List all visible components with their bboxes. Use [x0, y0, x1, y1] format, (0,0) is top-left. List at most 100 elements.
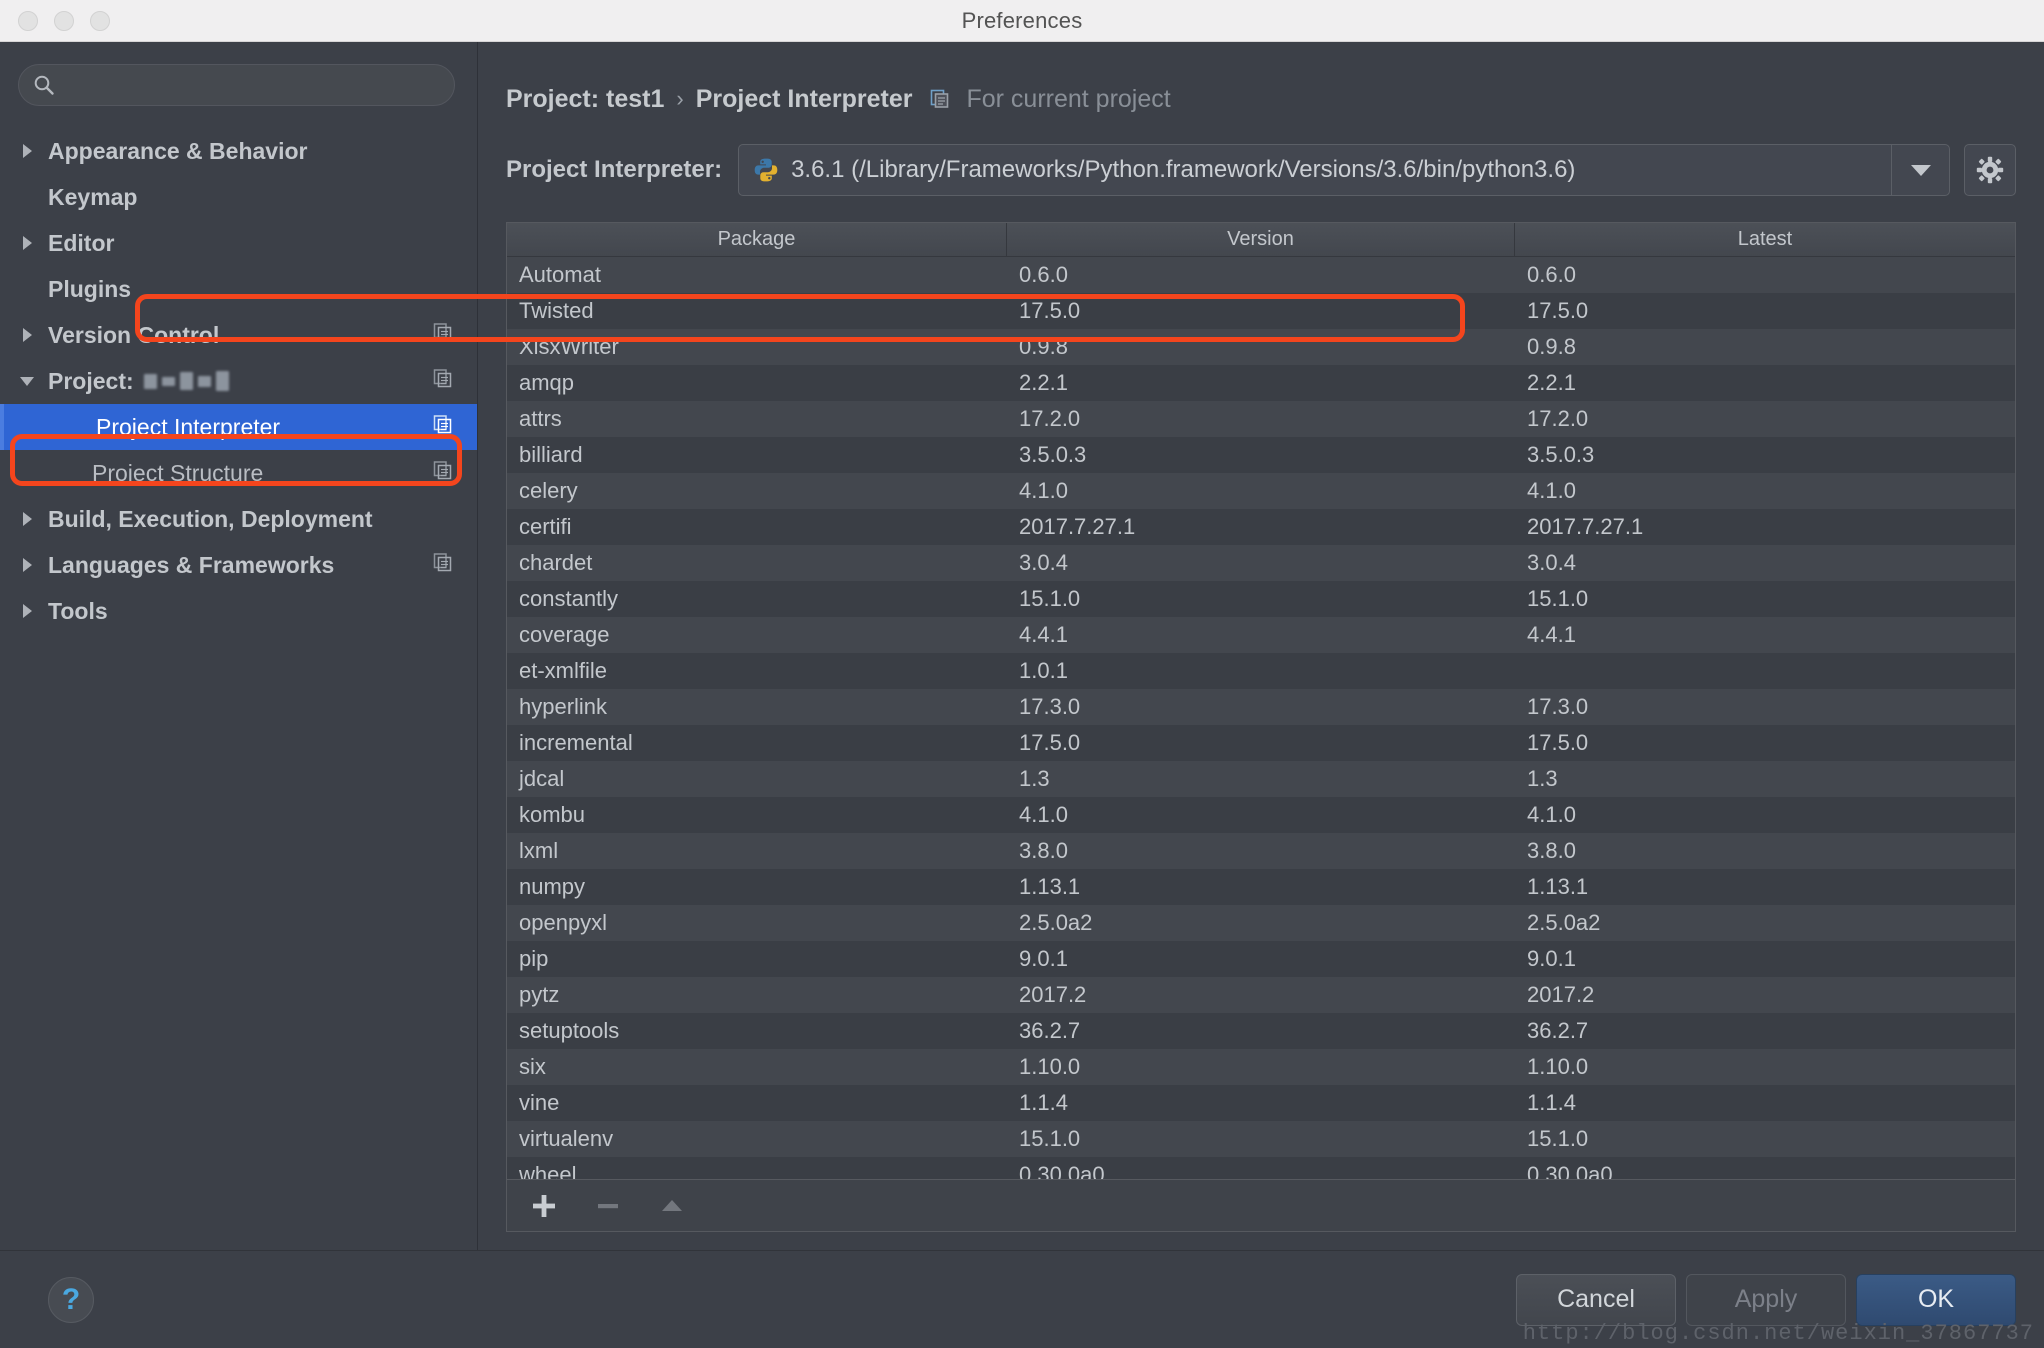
search-box[interactable] — [18, 64, 455, 106]
copy-settings-icon[interactable] — [433, 552, 453, 579]
table-row[interactable]: numpy 1.13.1 1.13.1 — [507, 869, 2015, 905]
cell-version: 17.5.0 — [1019, 298, 1081, 323]
sidebar-item-appearance-behavior[interactable]: Appearance & Behavior — [0, 128, 477, 174]
cell-version: 17.3.0 — [1019, 694, 1081, 719]
cell-latest: 3.0.4 — [1527, 550, 1576, 575]
sidebar-item-project-interpreter[interactable]: Project Interpreter — [0, 404, 477, 450]
sidebar-item-project-structure[interactable]: Project Structure — [0, 450, 477, 496]
breadcrumb-page: Project Interpreter — [695, 84, 913, 113]
search-input[interactable] — [63, 74, 440, 96]
cell-version: 0.9.8 — [1019, 334, 1068, 359]
table-row[interactable]: kombu 4.1.0 4.1.0 — [507, 797, 2015, 833]
table-row[interactable]: Automat 0.6.0 0.6.0 — [507, 257, 2015, 293]
interpreter-row: Project Interpreter: 3.6.1 (/Library/Fra… — [506, 144, 2016, 196]
table-row[interactable]: wheel 0.30.0a0 0.30.0a0 — [507, 1157, 2015, 1179]
cell-latest: 36.2.7 — [1527, 1018, 1589, 1043]
cancel-button[interactable]: Cancel — [1516, 1273, 1676, 1326]
breadcrumb-project[interactable]: Project: test1 — [506, 85, 664, 114]
table-row[interactable]: virtualenv 15.1.0 15.1.0 — [507, 1121, 2015, 1157]
cell-package: hyperlink — [519, 694, 608, 719]
sidebar-item-tools[interactable]: Tools — [0, 588, 477, 634]
cell-package: chardet — [519, 550, 593, 575]
sidebar-item-project[interactable]: Project: — [0, 358, 477, 404]
table-row[interactable]: attrs 17.2.0 17.2.0 — [507, 401, 2015, 437]
table-row[interactable]: constantly 15.1.0 15.1.0 — [507, 581, 2015, 617]
copy-settings-icon[interactable] — [433, 368, 453, 395]
cell-version: 0.30.0a0 — [1019, 1162, 1105, 1179]
table-row[interactable]: XlsxWriter 0.9.8 0.9.8 — [507, 329, 2015, 365]
upgrade-package-button[interactable] — [655, 1189, 689, 1223]
ok-button[interactable]: OK — [1856, 1273, 2016, 1326]
sidebar-item-version-control[interactable]: Version Control — [0, 312, 477, 358]
table-row[interactable]: pip 9.0.1 9.0.1 — [507, 941, 2015, 977]
table-row[interactable]: billiard 3.5.0.3 3.5.0.3 — [507, 437, 2015, 473]
chevron-down-icon[interactable] — [1891, 145, 1949, 195]
sidebar-item-keymap[interactable]: Keymap — [0, 174, 477, 220]
sidebar-item-editor[interactable]: Editor — [0, 220, 477, 266]
table-row[interactable]: jdcal 1.3 1.3 — [507, 761, 2015, 797]
cell-package: billiard — [519, 442, 583, 467]
copy-settings-icon[interactable] — [930, 89, 950, 109]
column-header-package[interactable]: Package — [507, 223, 1007, 257]
cell-version: 17.2.0 — [1019, 406, 1081, 431]
table-row[interactable]: lxml 3.8.0 3.8.0 — [507, 833, 2015, 869]
cell-package: Twisted — [519, 298, 594, 323]
cell-package: certifi — [519, 514, 572, 539]
chevron-down-icon[interactable] — [18, 372, 44, 390]
cell-package: pip — [519, 946, 549, 971]
cell-version: 1.13.1 — [1019, 874, 1081, 899]
dialog-footer: ? Cancel Apply OK http://blog.csdn.net/w… — [0, 1250, 2044, 1348]
cell-version: 0.6.0 — [1019, 262, 1068, 287]
table-row[interactable]: setuptools 36.2.7 36.2.7 — [507, 1013, 2015, 1049]
cell-version: 1.0.1 — [1019, 658, 1068, 683]
table-row[interactable]: pytz 2017.2 2017.2 — [507, 977, 2015, 1013]
remove-package-button[interactable] — [591, 1189, 625, 1223]
interpreter-label: Project Interpreter: — [506, 156, 723, 183]
chevron-right-icon[interactable] — [18, 326, 44, 344]
table-row[interactable]: amqp 2.2.1 2.2.1 — [507, 365, 2015, 401]
table-row[interactable]: celery 4.1.0 4.1.0 — [507, 473, 2015, 509]
cell-version: 2.5.0a2 — [1019, 910, 1093, 935]
column-header-version[interactable]: Version — [1007, 223, 1515, 257]
table-row[interactable]: six 1.10.0 1.10.0 — [507, 1049, 2015, 1085]
search-container — [0, 64, 477, 106]
table-row[interactable]: certifi 2017.7.27.1 2017.7.27.1 — [507, 509, 2015, 545]
gear-icon[interactable] — [1964, 144, 2016, 196]
chevron-right-icon[interactable] — [18, 556, 44, 574]
watermark: http://blog.csdn.net/weixin_37867737 — [1522, 1321, 2034, 1346]
chevron-right-icon[interactable] — [18, 602, 44, 620]
cell-package: openpyxl — [519, 910, 608, 935]
copy-settings-icon[interactable] — [433, 460, 453, 487]
help-button[interactable]: ? — [48, 1276, 94, 1323]
cell-version: 3.8.0 — [1019, 838, 1068, 863]
chevron-right-icon[interactable] — [18, 142, 44, 160]
cell-latest: 4.1.0 — [1527, 478, 1576, 503]
table-row[interactable]: openpyxl 2.5.0a2 2.5.0a2 — [507, 905, 2015, 941]
sidebar-item-languages-frameworks[interactable]: Languages & Frameworks — [0, 542, 477, 588]
cell-latest: 0.30.0a0 — [1527, 1162, 1613, 1179]
table-row[interactable]: hyperlink 17.3.0 17.3.0 — [507, 689, 2015, 725]
copy-settings-icon[interactable] — [433, 322, 453, 349]
cell-latest: 0.6.0 — [1527, 262, 1576, 287]
chevron-right-icon[interactable] — [18, 510, 44, 528]
table-row[interactable]: vine 1.1.4 1.1.4 — [507, 1085, 2015, 1121]
sidebar-item-label: Tools — [48, 597, 108, 624]
cell-package: amqp — [519, 370, 575, 395]
apply-button[interactable]: Apply — [1686, 1273, 1846, 1326]
sidebar-item-build-execution-deployment[interactable]: Build, Execution, Deployment — [0, 496, 477, 542]
scope-hint: For current project — [966, 84, 1171, 113]
table-row[interactable]: et-xmlfile 1.0.1 — [507, 653, 2015, 689]
column-header-latest[interactable]: Latest — [1515, 223, 2015, 257]
add-package-button[interactable] — [527, 1189, 561, 1223]
table-row[interactable]: coverage 4.4.1 4.4.1 — [507, 617, 2015, 653]
table-row[interactable]: incremental 17.5.0 17.5.0 — [507, 725, 2015, 761]
cell-package: setuptools — [519, 1018, 620, 1043]
packages-table-body[interactable]: Automat 0.6.0 0.6.0 Twisted 17.5.0 17.5.0 Xlsx… — [507, 257, 2015, 1179]
copy-settings-icon[interactable] — [433, 414, 453, 441]
chevron-right-icon[interactable] — [18, 234, 44, 252]
table-row[interactable]: chardet 3.0.4 3.0.4 — [507, 545, 2015, 581]
cell-version: 15.1.0 — [1019, 586, 1081, 611]
sidebar-item-plugins[interactable]: Plugins — [0, 266, 477, 312]
interpreter-combobox[interactable]: 3.6.1 (/Library/Frameworks/Python.framew… — [738, 144, 1950, 196]
table-row[interactable]: Twisted 17.5.0 17.5.0 — [507, 293, 2015, 329]
